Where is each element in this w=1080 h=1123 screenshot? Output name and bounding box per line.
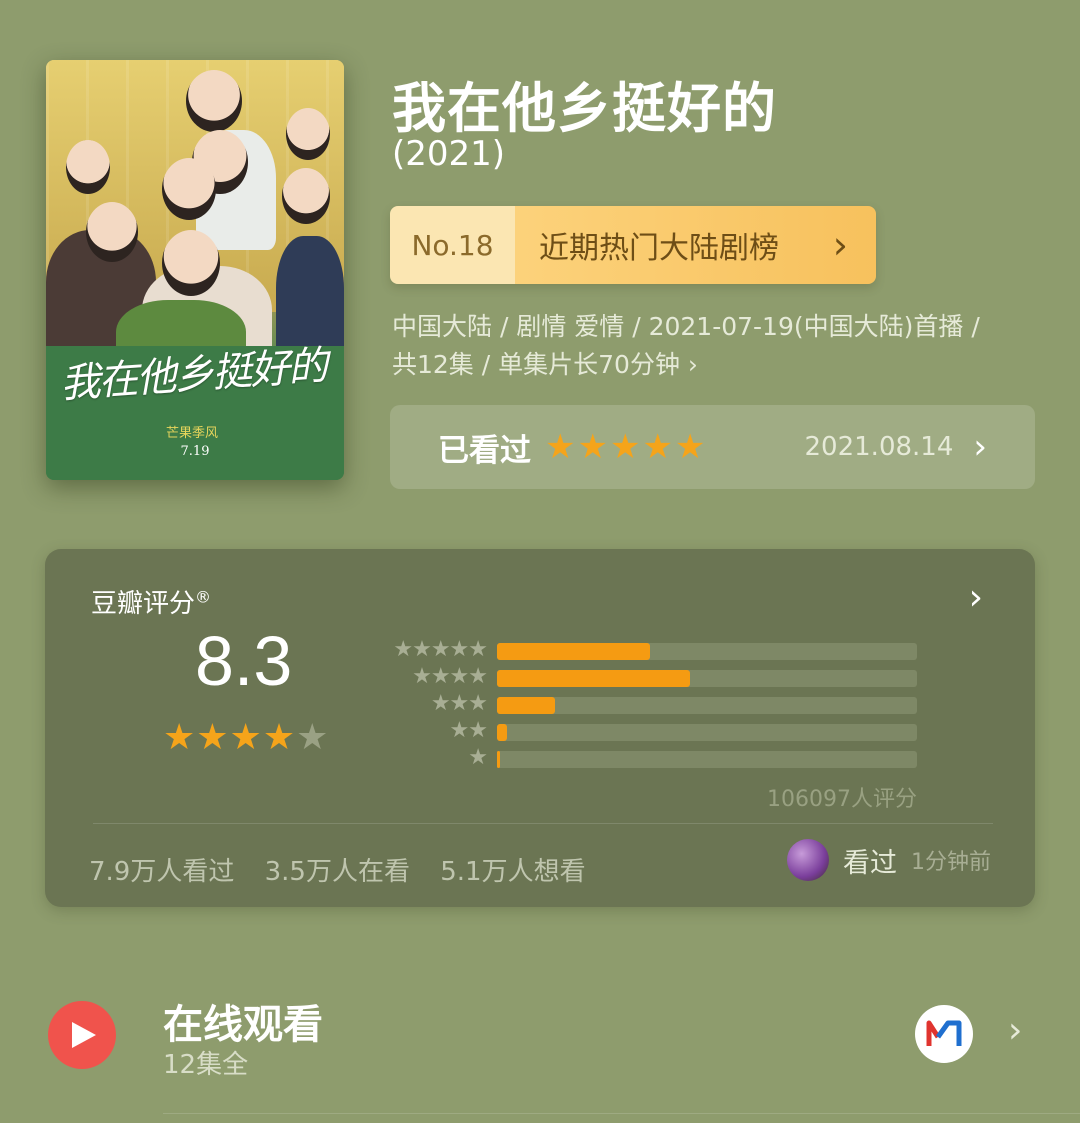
avatar[interactable] [787, 839, 829, 881]
distribution-stars-icon: ★★★★ [412, 664, 488, 689]
play-icon[interactable] [48, 1001, 116, 1069]
divider [163, 1113, 1080, 1114]
chevron-right-icon: › [832, 223, 848, 267]
online-watch-subtitle: 12集全 [163, 1050, 249, 1080]
distribution-bar [497, 724, 917, 741]
rating-stars-empty: ★ [296, 717, 330, 758]
distribution-bar [497, 697, 917, 714]
poster-face [66, 140, 110, 194]
poster-face [86, 202, 138, 262]
rank-banner[interactable]: No.18 近期热门大陆剧榜 › [390, 206, 876, 284]
watched-date: 2021.08.14 [804, 432, 954, 462]
distribution-stars-icon: ★ [468, 745, 488, 770]
stat-wish[interactable]: 5.1万人想看 [440, 857, 585, 887]
rating-stars-filled: ★★★★ [163, 717, 297, 758]
friend-activity[interactable]: 看过 1分钟前 [787, 839, 991, 881]
meta-line-1: 中国大陆 / 剧情 爱情 / 2021-07-19(中国大陆)首播 / [392, 312, 980, 341]
distribution-bar [497, 643, 917, 660]
rank-list-name: 近期热门大陆剧榜 [539, 231, 779, 266]
friend-action: 看过 [843, 847, 897, 879]
distribution-stars-icon: ★★★★★ [393, 637, 488, 662]
my-rating-stars-icon: ★★★★★ [545, 427, 708, 467]
my-rating-bar[interactable]: 已看过 ★★★★★ 2021.08.14 › [390, 405, 1035, 489]
rating-count: 106097人评分 [767, 787, 917, 812]
chevron-right-icon[interactable]: › [1008, 1010, 1022, 1051]
show-meta[interactable]: 中国大陆 / 剧情 爱情 / 2021-07-19(中国大陆)首播 / 共12集… [392, 308, 1032, 384]
stat-watching[interactable]: 3.5万人在看 [265, 857, 410, 887]
poster-face [162, 230, 220, 296]
distribution-bar-fill [497, 643, 651, 660]
poster-image[interactable]: 我在他乡挺好的 芒果季风 7.19 [46, 60, 344, 480]
poster-face [162, 158, 216, 220]
rank-number: No.18 [390, 206, 515, 284]
rating-score: 8.3 [195, 622, 293, 700]
chevron-right-icon[interactable]: › [969, 577, 983, 618]
distribution-stars-icon: ★★ [449, 718, 488, 743]
douban-rating-card[interactable]: 豆瓣评分® › 8.3 ★★★★★ ★★★★★ ★★★★ ★★★ ★★ ★ 10… [45, 549, 1035, 907]
stat-watched[interactable]: 7.9万人看过 [89, 857, 234, 887]
poster-face [282, 168, 330, 224]
distribution-bar-fill [497, 670, 691, 687]
chevron-right-icon: › [973, 427, 987, 467]
divider [93, 823, 993, 824]
audience-stats: 7.9万人看过 3.5万人在看 5.1万人想看 [89, 851, 608, 888]
meta-line-2: 共12集 / 单集片长70分钟 › [392, 350, 698, 379]
show-year: (2021) [392, 134, 506, 174]
distribution-bar [497, 751, 917, 768]
distribution-bar [497, 670, 917, 687]
rank-list: 近期热门大陆剧榜 › [515, 206, 876, 284]
online-watch-title[interactable]: 在线观看 [163, 992, 323, 1050]
distribution-bar-fill [497, 724, 508, 741]
rating-stars-icon: ★★★★★ [163, 717, 329, 758]
distribution-bar-fill [497, 697, 555, 714]
mango-tv-app-icon[interactable] [915, 1005, 973, 1063]
poster-face [186, 70, 242, 132]
friend-time: 1分钟前 [911, 850, 991, 875]
distribution-bar-fill [497, 751, 501, 768]
poster-date: 7.19 [180, 444, 210, 459]
distribution-stars-icon: ★★★ [430, 691, 488, 716]
poster-stamp: 芒果季风 [166, 426, 219, 441]
rating-header-text: 豆瓣评分 [91, 589, 196, 619]
registered-mark: ® [195, 587, 212, 607]
show-title: 我在他乡挺好的 [392, 77, 777, 140]
watched-label: 已看过 [438, 432, 531, 469]
rating-header: 豆瓣评分® [91, 583, 211, 620]
poster-face [286, 108, 330, 160]
